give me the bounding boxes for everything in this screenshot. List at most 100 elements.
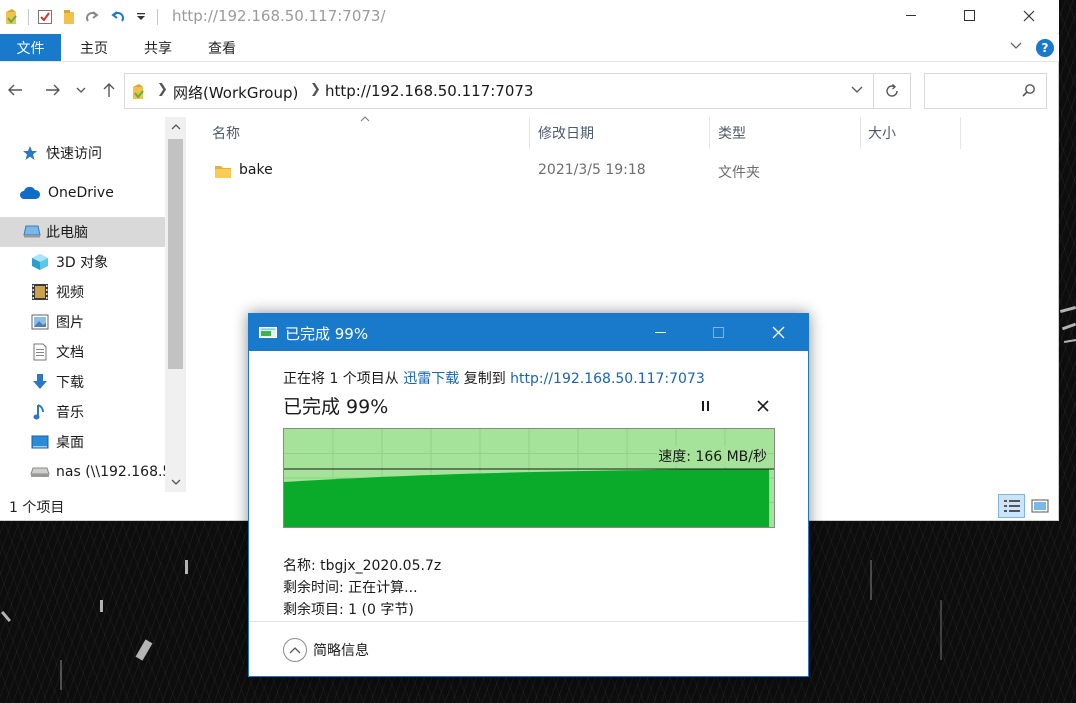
pause-button[interactable] [695,395,717,417]
up-button[interactable] [97,78,121,102]
address-bar[interactable]: ❯ 网络(WorkGroup) ❯ http://192.168.50.117:… [124,73,874,109]
sidebar-item-onedrive[interactable]: OneDrive [0,178,165,208]
column-divider[interactable] [529,117,530,149]
search-input[interactable] [924,73,1047,109]
file-modified: 2021/3/5 19:18 [538,162,646,178]
column-header-size[interactable]: 大小 [868,117,896,149]
dialog-close-button[interactable] [749,314,807,351]
tab-share[interactable]: 共享 [131,34,185,61]
customize-toolbar-icon[interactable] [129,5,153,29]
film-icon [30,282,50,302]
dialog-title: 已完成 99% [285,325,369,343]
sidebar-item-label: 文档 [56,345,84,361]
sidebar-item-label: 快速访问 [46,146,102,162]
forward-arrow-icon [46,84,60,96]
new-folder-icon[interactable] [57,5,81,29]
search-icon[interactable] [1022,83,1036,101]
column-header-type[interactable]: 类型 [718,117,746,149]
column-header-modified[interactable]: 修改日期 [538,117,594,149]
properties-icon[interactable] [33,5,57,29]
desktop-texture [135,639,153,661]
less-details-button[interactable]: 简略信息 [313,640,369,660]
undo-icon[interactable] [105,5,129,29]
tab-file[interactable]: 文件 [0,34,61,61]
scroll-down-icon[interactable] [165,472,186,492]
sidebar-item-pictures[interactable]: 图片 [0,307,165,337]
address-history-icon[interactable] [851,83,863,97]
sidebar-item-desktop[interactable]: 桌面 [0,427,165,457]
sidebar-item-downloads[interactable]: 下载 [0,367,165,397]
window-title: http://192.168.50.117:7073/ [172,7,386,25]
minimize-button[interactable] [883,0,941,31]
column-divider[interactable] [709,117,710,149]
desktop-texture [870,560,872,600]
minimize-icon [906,14,916,16]
recent-locations-button[interactable] [71,78,91,102]
breadcrumb-separator-icon[interactable]: ❯ [310,82,321,97]
dialog-minimize-button[interactable] [632,314,690,351]
tab-home[interactable]: 主页 [67,34,121,61]
details-view-icon [1003,500,1020,512]
folder-icon[interactable] [0,5,24,29]
dialog-title-bar[interactable]: 已完成 99% [249,314,808,351]
source-folder-link[interactable]: 迅雷下载 [403,371,459,387]
cancel-button[interactable] [752,395,774,417]
breadcrumb-network[interactable]: 网络(WorkGroup) [173,82,298,103]
details-view-button[interactable] [998,494,1025,518]
desktop-texture [60,660,62,690]
expand-ribbon-icon[interactable] [1010,40,1022,53]
document-icon [30,342,50,362]
sidebar-item-nas[interactable]: nas (\\192.168.5 [0,457,165,487]
collapse-details-icon[interactable] [283,638,307,662]
folder-icon [214,163,232,183]
sidebar-item-3d-objects[interactable]: 3D 对象 [0,247,165,277]
scroll-up-icon[interactable] [165,117,186,137]
forward-button[interactable] [41,78,65,102]
large-icons-view-icon [1031,499,1049,513]
up-arrow-icon [103,83,115,97]
table-row[interactable]: bake 2021/3/5 19:18 文件夹 [206,157,946,185]
breadcrumb-current[interactable]: http://192.168.50.117:7073 [325,82,533,100]
column-divider[interactable] [860,117,861,149]
column-divider[interactable] [960,117,961,149]
download-arrow-icon [30,372,50,392]
copy-description: 正在将 1 个项目从 迅雷下载 复制到 http://192.168.50.11… [283,368,705,388]
network-drive-icon [30,462,50,482]
back-button[interactable] [3,78,27,102]
maximize-button[interactable] [941,0,999,31]
item-count: 1 个项目 [9,500,65,516]
desktop-icon [30,432,50,452]
refresh-button[interactable] [873,73,911,109]
tab-view[interactable]: 查看 [195,34,249,61]
refresh-icon [885,83,898,97]
help-icon[interactable]: ? [1036,39,1054,57]
minimize-icon [655,331,666,333]
sidebar-item-videos[interactable]: 视频 [0,277,165,307]
pause-icon [702,401,709,411]
breadcrumb-separator-icon[interactable]: ❯ [157,82,168,97]
sidebar-item-music[interactable]: 音乐 [0,397,165,427]
copy-prefix: 正在将 1 个项目从 [283,371,404,387]
ribbon: 文件 主页 共享 查看 ? [0,34,1059,62]
close-button[interactable] [1000,0,1058,31]
progress-heading: 已完成 99% [283,396,389,418]
navigation-scrollbar[interactable] [165,117,186,492]
sidebar-item-quick-access[interactable]: 快速访问 [0,138,165,168]
sidebar-item-this-pc[interactable]: 此电脑 [0,217,165,247]
sidebar-item-label: 桌面 [56,435,84,451]
file-transfer-icon [259,325,277,343]
desktop-texture [1059,305,1076,314]
close-icon [1023,10,1035,21]
large-icons-view-button[interactable] [1028,494,1052,518]
column-header-name[interactable]: 名称 [212,117,240,149]
redo-icon[interactable] [81,5,105,29]
separator [157,8,158,25]
speed-graph-canvas [284,429,774,527]
scrollbar-thumb[interactable] [168,139,183,369]
destination-link[interactable]: http://192.168.50.117:7073 [510,371,705,387]
sidebar-item-documents[interactable]: 文档 [0,337,165,367]
dialog-maximize-button[interactable] [690,314,748,351]
title-bar[interactable]: http://192.168.50.117:7073/ [0,0,1059,33]
close-icon [757,400,769,412]
maximize-icon [713,326,724,338]
